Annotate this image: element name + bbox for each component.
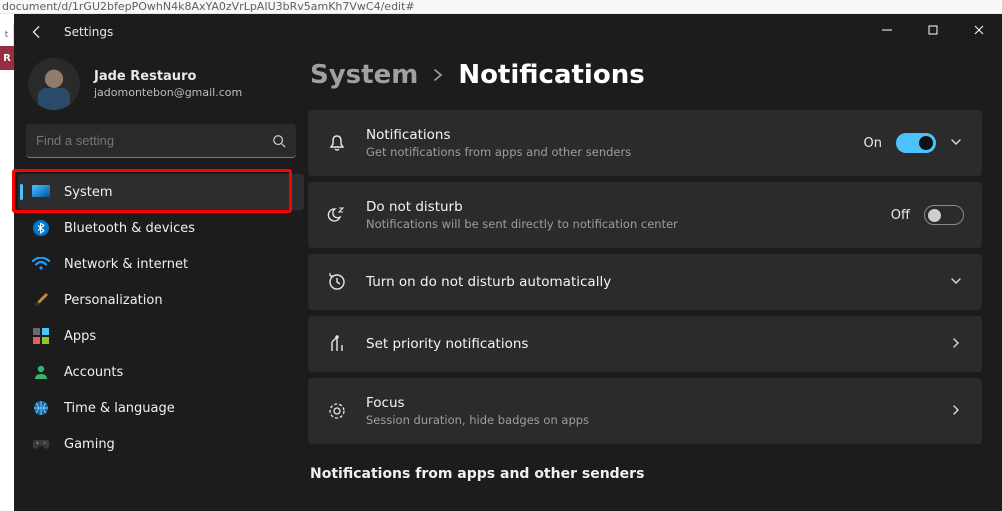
search-box[interactable] bbox=[26, 124, 296, 158]
profile-block[interactable]: Jade Restauro jadomontebon@gmail.com bbox=[14, 54, 308, 124]
chevron-right-icon bbox=[432, 69, 444, 81]
nav-list: System Bluetooth & devices Network & int… bbox=[14, 174, 308, 462]
card-subtitle: Session duration, hide badges on apps bbox=[366, 413, 932, 427]
clock-refresh-icon bbox=[326, 271, 348, 293]
moon-zzz-icon bbox=[326, 204, 348, 226]
bluetooth-icon bbox=[32, 219, 50, 237]
card-title: Do not disturb bbox=[366, 199, 873, 215]
card-title: Turn on do not disturb automatically bbox=[366, 274, 932, 290]
browser-url-fragment: document/d/1rGU2bfepPOwhN4k8AxYA0zVrLpAI… bbox=[0, 0, 1002, 14]
sidebar-item-system[interactable]: System bbox=[18, 174, 304, 210]
sidebar-item-bluetooth[interactable]: Bluetooth & devices bbox=[18, 210, 304, 246]
wifi-icon bbox=[32, 255, 50, 273]
card-notifications[interactable]: Notifications Get notifications from app… bbox=[308, 110, 982, 176]
search-icon bbox=[272, 134, 286, 148]
globe-clock-icon bbox=[32, 399, 50, 417]
sidebar-item-personalization[interactable]: Personalization bbox=[18, 282, 304, 318]
chevron-right-icon[interactable] bbox=[950, 404, 964, 418]
sidebar-item-label: Apps bbox=[64, 329, 96, 344]
sidebar-item-gaming[interactable]: Gaming bbox=[18, 426, 304, 462]
window-title: Settings bbox=[64, 25, 113, 39]
sidebar-item-label: Time & language bbox=[64, 401, 175, 416]
card-subtitle: Notifications will be sent directly to n… bbox=[366, 217, 873, 231]
card-priority[interactable]: Set priority notifications bbox=[308, 316, 982, 372]
card-title: Notifications bbox=[366, 127, 846, 143]
sidebar-item-network[interactable]: Network & internet bbox=[18, 246, 304, 282]
section-heading: Notifications from apps and other sender… bbox=[310, 466, 982, 482]
sidebar-item-label: Personalization bbox=[64, 293, 163, 308]
breadcrumb-parent[interactable]: System bbox=[310, 60, 418, 90]
priority-icon bbox=[326, 333, 348, 355]
chevron-down-icon[interactable] bbox=[950, 136, 964, 150]
dnd-toggle[interactable] bbox=[924, 205, 964, 225]
sidebar-item-label: Gaming bbox=[64, 437, 115, 452]
chevron-right-icon[interactable] bbox=[950, 337, 964, 351]
toggle-state-label: Off bbox=[891, 208, 910, 223]
card-dnd-auto[interactable]: Turn on do not disturb automatically bbox=[308, 254, 982, 310]
notifications-toggle[interactable] bbox=[896, 133, 936, 153]
sidebar-item-label: Accounts bbox=[64, 365, 123, 380]
breadcrumb: System Notifications bbox=[308, 56, 982, 110]
back-button[interactable] bbox=[28, 23, 46, 41]
settings-app: Settings Jade Restauro ja bbox=[14, 14, 1002, 511]
card-focus[interactable]: Focus Session duration, hide badges on a… bbox=[308, 378, 982, 444]
content-pane: System Notifications Notifications Get n… bbox=[308, 50, 1002, 511]
browser-tab-letter[interactable]: t bbox=[0, 24, 14, 46]
apps-icon bbox=[32, 327, 50, 345]
person-icon bbox=[32, 363, 50, 381]
avatar bbox=[28, 58, 80, 110]
profile-email: jadomontebon@gmail.com bbox=[94, 86, 242, 99]
browser-sidebar: t R bbox=[0, 14, 14, 511]
sidebar-item-label: System bbox=[64, 185, 112, 200]
card-dnd[interactable]: Do not disturb Notifications will be sen… bbox=[308, 182, 982, 248]
sidebar-item-time-language[interactable]: Time & language bbox=[18, 390, 304, 426]
brush-icon bbox=[32, 291, 50, 309]
titlebar: Settings bbox=[14, 14, 1002, 50]
minimize-button[interactable] bbox=[864, 14, 910, 46]
toggle-state-label: On bbox=[864, 136, 882, 151]
sidebar-item-label: Network & internet bbox=[64, 257, 188, 272]
sidebar-item-apps[interactable]: Apps bbox=[18, 318, 304, 354]
sidebar-item-label: Bluetooth & devices bbox=[64, 221, 195, 236]
browser-tab-active[interactable]: R bbox=[0, 46, 14, 70]
system-icon bbox=[32, 183, 50, 201]
breadcrumb-current: Notifications bbox=[458, 60, 644, 90]
search-input[interactable] bbox=[36, 133, 272, 148]
gamepad-icon bbox=[32, 435, 50, 453]
card-title: Focus bbox=[366, 395, 932, 411]
sidebar: Jade Restauro jadomontebon@gmail.com bbox=[14, 50, 308, 511]
focus-target-icon bbox=[326, 400, 348, 422]
maximize-button[interactable] bbox=[910, 14, 956, 46]
bell-icon bbox=[326, 132, 348, 154]
card-subtitle: Get notifications from apps and other se… bbox=[366, 145, 846, 159]
chevron-down-icon[interactable] bbox=[950, 275, 964, 289]
profile-name: Jade Restauro bbox=[94, 69, 242, 84]
card-title: Set priority notifications bbox=[366, 336, 932, 352]
sidebar-item-accounts[interactable]: Accounts bbox=[18, 354, 304, 390]
close-button[interactable] bbox=[956, 14, 1002, 46]
